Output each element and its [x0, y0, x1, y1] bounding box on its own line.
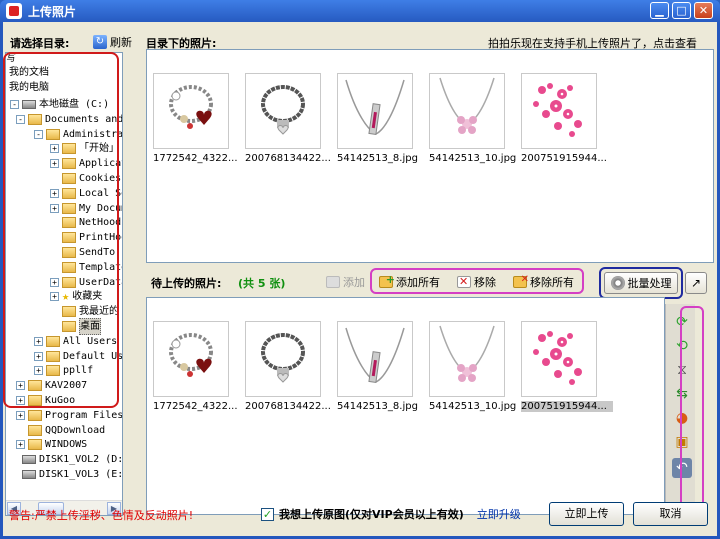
maximize-button[interactable]: □: [672, 2, 691, 19]
upload-photo-window: 上传照片 ▁ □ ✕ 请选择目录: ↻ 刷新 写 我的文档 我的电脑 - 本地磁盘…: [0, 0, 720, 539]
photo-filename: 200751915944...: [521, 401, 613, 412]
expand-toggle[interactable]: +: [16, 440, 25, 450]
original-upload-checkbox[interactable]: ✓: [261, 507, 274, 521]
photo-filename: 54142513_10.jpg: [429, 153, 517, 164]
original-upload-option[interactable]: ✓ 我想上传原图(仅对VIP会员以上有效) 立即升级: [261, 506, 521, 522]
minimize-button[interactable]: ▁: [650, 2, 669, 19]
tree-item[interactable]: QQDownload: [16, 423, 105, 438]
tree-item[interactable]: + Program Files: [16, 408, 123, 423]
window-title: 上传照片: [28, 5, 77, 19]
photo-image: [153, 73, 229, 149]
cancel-button[interactable]: 取消: [633, 502, 708, 526]
tree-item[interactable]: + WINDOWS: [16, 437, 87, 452]
add-button[interactable]: 添加: [321, 272, 370, 292]
photo-filename: 200751915944...: [521, 153, 607, 164]
photo-image: [337, 73, 413, 149]
tool-strip-highlight-box: [680, 306, 704, 510]
refresh-icon: ↻: [93, 35, 107, 49]
photo-image: [337, 321, 413, 397]
warning-text: 警告:严禁上传淫秽、色情及反动照片!: [9, 509, 194, 522]
tree-item-label: DISK1_VOL3 (E:): [39, 469, 123, 480]
photo-filename: 200768134422...: [245, 401, 331, 412]
photo-image: [521, 321, 597, 397]
refresh-label: 刷新: [110, 36, 132, 49]
photo-image: [429, 321, 505, 397]
drive-icon: [22, 455, 36, 465]
directory-photos-panel[interactable]: 1772542_4322... 200768134422... 54142513_8…: [146, 49, 714, 263]
batch-highlight-box: [599, 267, 683, 299]
original-upload-label: 我想上传原图(仅对VIP会员以上有效): [279, 508, 464, 521]
folder-icon: [28, 409, 42, 421]
directory-label: 请选择目录:: [10, 37, 70, 50]
edit-icon: ↗: [690, 276, 702, 290]
tree-item-label: WINDOWS: [45, 439, 88, 451]
pending-label: 待上传的照片:: [151, 277, 222, 290]
upload-toolbar: 待上传的照片: (共 5 张) 添加 添加所有 移除 移除所有 批量处理: [146, 267, 714, 299]
upgrade-link[interactable]: 立即升级: [477, 506, 521, 522]
expand-toggle[interactable]: +: [16, 410, 25, 420]
photo-filename: 1772542_4322...: [153, 401, 238, 412]
drive-icon: [22, 470, 36, 479]
photo-image: [245, 73, 321, 149]
tree-item-label: QQDownload: [45, 424, 106, 436]
tree-highlight-box: [3, 52, 119, 408]
folder-icon: [28, 439, 42, 451]
tree-item-label: Program Files: [45, 409, 123, 421]
photo-filename: 1772542_4322...: [153, 153, 238, 164]
photo-image: [429, 73, 505, 149]
photo-filename: 54142513_8.jpg: [337, 153, 418, 164]
photo-filename: 54142513_8.jpg: [337, 401, 418, 412]
folder-icon: [28, 424, 42, 436]
pending-count: (共 5 张): [238, 277, 286, 290]
add-label: 添加: [343, 276, 365, 289]
dialog-client: 请选择目录: ↻ 刷新 写 我的文档 我的电脑 - 本地磁盘 (C:) - Docum…: [3, 22, 717, 536]
photo-image: [521, 73, 597, 149]
refresh-button[interactable]: ↻ 刷新: [93, 34, 132, 50]
photo-image: [153, 321, 229, 397]
add-remove-highlight-box: [370, 268, 584, 294]
title-bar: 上传照片 ▁ □ ✕: [0, 0, 720, 22]
close-button[interactable]: ✕: [694, 2, 713, 19]
photo-filename: 54142513_10.jpg: [429, 401, 517, 412]
tree-item[interactable]: DISK1_VOL2 (D:): [10, 452, 123, 467]
photo-filename: 200768134422...: [245, 153, 331, 164]
pending-photos-panel[interactable]: 1772542_4322... 200768134422... 54142513_8…: [146, 297, 665, 515]
tree-item[interactable]: DISK1_VOL3 (E:): [10, 467, 123, 482]
app-icon: [6, 3, 22, 19]
tree-item-label: DISK1_VOL2 (D:): [39, 454, 123, 466]
add-icon: [326, 276, 340, 288]
upload-now-button[interactable]: 立即上传: [549, 502, 624, 526]
edit-photo-button[interactable]: ↗: [685, 272, 707, 294]
photo-image: [245, 321, 321, 397]
